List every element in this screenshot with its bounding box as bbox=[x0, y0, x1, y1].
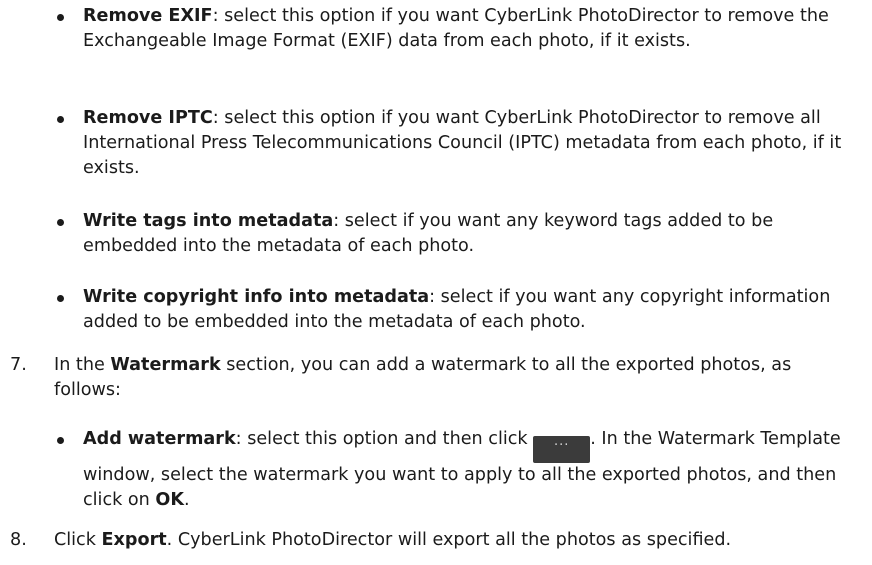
bullet-dot bbox=[57, 219, 64, 226]
bullet-term: Remove IPTC bbox=[83, 108, 213, 128]
bullet-add-watermark: Add watermark: select this option and th… bbox=[57, 427, 847, 513]
bullet-term: Write copyright info into metadata bbox=[83, 287, 430, 307]
bullet-write-tags: Write tags into metadata: select if you … bbox=[57, 209, 847, 259]
bullet-remove-exif: Remove EXIF: select this option if you w… bbox=[57, 4, 847, 54]
bullet-dot bbox=[57, 116, 64, 123]
step-8: 8. Click Export. CyberLink PhotoDirector… bbox=[10, 528, 850, 553]
bullet-text: Write copyright info into metadata: sele… bbox=[83, 285, 847, 335]
bullet-remove-iptc: Remove IPTC: select this option if you w… bbox=[57, 106, 847, 181]
bullet-text: Remove EXIF: select this option if you w… bbox=[83, 4, 847, 54]
bullet-description-pre: : select this option and then click bbox=[235, 429, 534, 449]
bullet-term: Write tags into metadata bbox=[83, 211, 334, 231]
step-text-post: . CyberLink PhotoDirector will export al… bbox=[166, 530, 732, 550]
bullet-dot bbox=[57, 14, 64, 21]
bullet-dot bbox=[57, 437, 64, 444]
step-bold: Export bbox=[101, 530, 167, 550]
step-text: In the Watermark section, you can add a … bbox=[54, 353, 850, 403]
step-text-pre: In the bbox=[54, 355, 111, 375]
document-page: Remove EXIF: select this option if you w… bbox=[0, 0, 872, 565]
ok-label: OK bbox=[155, 490, 185, 510]
step-text: Click Export. CyberLink PhotoDirector wi… bbox=[54, 528, 850, 553]
step-text-pre: Click bbox=[54, 530, 102, 550]
more-options-button: ··· bbox=[533, 436, 591, 463]
step-7: 7. In the Watermark section, you can add… bbox=[10, 353, 850, 403]
step-number: 8. bbox=[10, 530, 27, 550]
bullet-term: Remove EXIF bbox=[83, 6, 213, 26]
bullet-text: Remove IPTC: select this option if you w… bbox=[83, 106, 847, 181]
step-number: 7. bbox=[10, 355, 27, 375]
bullet-description-end: . bbox=[184, 490, 190, 510]
bullet-dot bbox=[57, 295, 64, 302]
step-bold: Watermark bbox=[110, 355, 221, 375]
bullet-text: Write tags into metadata: select if you … bbox=[83, 209, 847, 259]
bullet-write-copyright: Write copyright info into metadata: sele… bbox=[57, 285, 847, 335]
bullet-term: Add watermark bbox=[83, 429, 236, 449]
bullet-text: Add watermark: select this option and th… bbox=[83, 427, 847, 513]
